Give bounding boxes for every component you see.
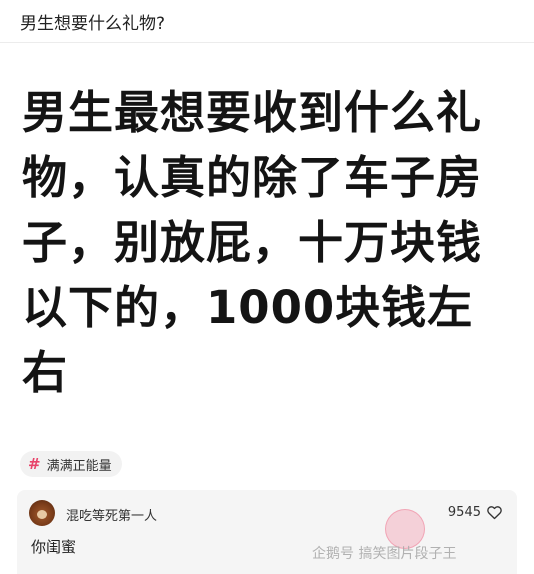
- hash-icon: #: [28, 455, 41, 473]
- like-count: 9545: [447, 505, 481, 520]
- post-title: 男生最想要收到什么礼物，认真的除了车子房子，别放屁，十万块钱以下的，1000块钱…: [22, 86, 483, 399]
- question-title[interactable]: 男生想要什么礼物?: [20, 9, 165, 34]
- topic-tag-label: 满满正能量: [46, 458, 112, 474]
- heart-like-icon: [487, 506, 502, 520]
- like-button[interactable]: 9545: [448, 504, 503, 521]
- answer-content: 你闺蜜: [31, 538, 77, 556]
- source-watermark: 企鹅号 搞笑图片段子王: [312, 546, 457, 562]
- header-divider: [0, 42, 534, 43]
- top-bar: 男生想要什么礼物?: [0, 0, 534, 42]
- topic-tag[interactable]: # 满满正能量: [20, 451, 122, 477]
- author-name[interactable]: 混吃等死第一人: [66, 505, 157, 524]
- avatar-face: [37, 510, 47, 519]
- avatar[interactable]: [29, 500, 55, 526]
